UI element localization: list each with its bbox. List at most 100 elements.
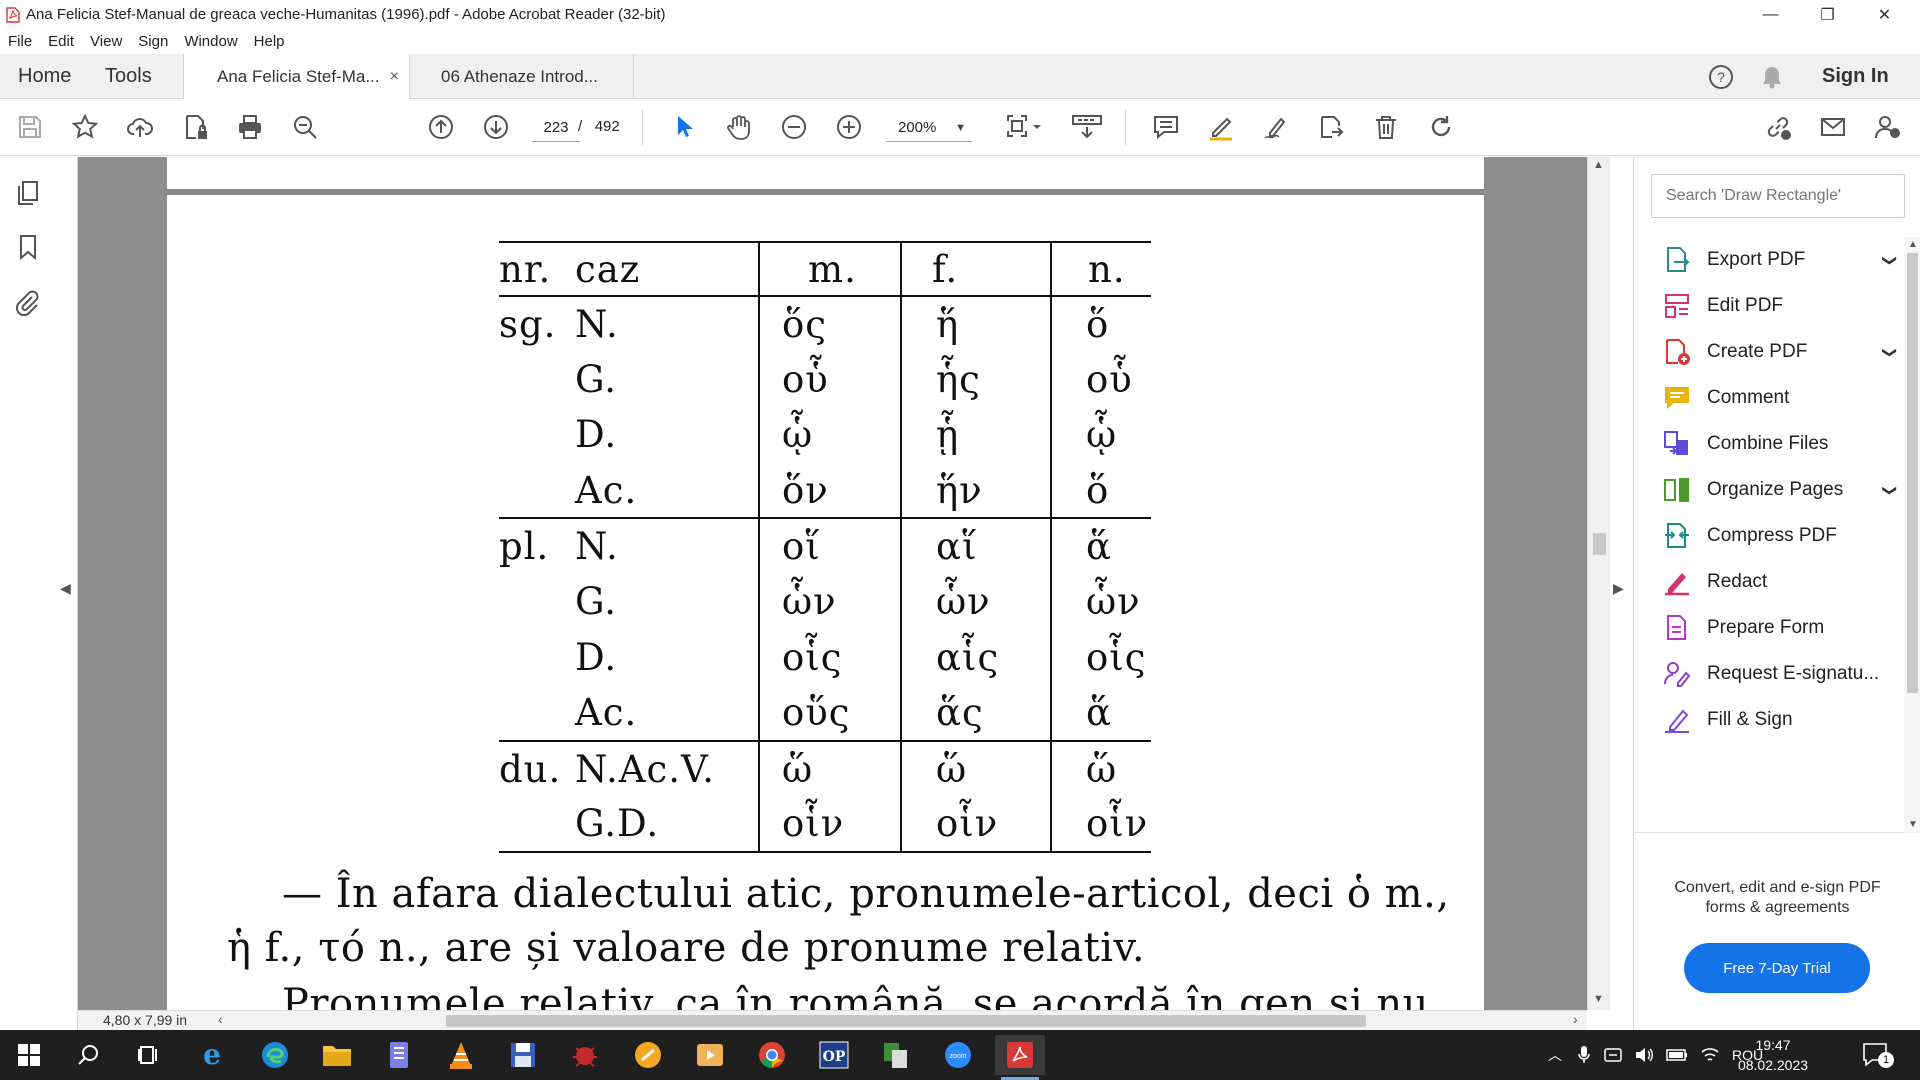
print-icon[interactable]	[234, 111, 266, 143]
upload-cloud-icon[interactable]	[124, 111, 156, 143]
tool-create-pdf[interactable]: Create PDF ❯	[1634, 329, 1904, 375]
taskbar-clock[interactable]: 19:47 08.02.2023	[1733, 1035, 1813, 1075]
battery-icon[interactable]	[1666, 1048, 1688, 1062]
save-icon[interactable]	[14, 111, 46, 143]
horizontal-scroll-thumb[interactable]	[446, 1015, 1366, 1027]
zoom-out-icon[interactable]	[778, 111, 810, 143]
bell-icon[interactable]	[1760, 64, 1784, 90]
tool-redact[interactable]: Redact	[1634, 559, 1904, 605]
protect-file-icon[interactable]	[179, 111, 211, 143]
tool-request-e-signatu[interactable]: Request E-signatu...	[1634, 651, 1904, 697]
volume-icon[interactable]	[1634, 1046, 1654, 1064]
tools-scrollbar[interactable]: ▲ ▼	[1904, 237, 1920, 833]
copy-files-app-icon[interactable]	[871, 1035, 921, 1075]
wifi-icon[interactable]	[1700, 1046, 1720, 1064]
tab-close-icon[interactable]: ×	[390, 68, 399, 86]
chevron-down-icon[interactable]: ❯	[1881, 254, 1898, 266]
scroll-down-icon[interactable]: ▼	[1593, 993, 1604, 1005]
share-link-icon[interactable]	[1762, 111, 1794, 143]
collapse-left-panel-icon[interactable]: ◀	[60, 580, 71, 597]
star-icon[interactable]	[69, 111, 101, 143]
tool-prepare-form[interactable]: Prepare Form	[1634, 605, 1904, 651]
page-up-icon[interactable]	[425, 111, 457, 143]
hand-tool-icon[interactable]	[723, 111, 755, 143]
pen-device-icon[interactable]	[1604, 1046, 1622, 1064]
tool-comment[interactable]: Comment	[1634, 375, 1904, 421]
microphone-icon[interactable]	[1578, 1045, 1590, 1065]
zoom-in-icon[interactable]	[833, 111, 865, 143]
chevron-down-icon[interactable]: ❯	[1881, 346, 1898, 358]
rotate-icon[interactable]	[1425, 111, 1457, 143]
draw-signature-icon[interactable]	[1260, 111, 1292, 143]
close-window-button[interactable]: ✕	[1857, 0, 1912, 29]
orange-app-icon[interactable]	[623, 1035, 673, 1075]
scroll-up-icon[interactable]: ▲	[1593, 159, 1604, 171]
windows-start-icon[interactable]	[4, 1035, 54, 1075]
search-icon[interactable]	[64, 1035, 114, 1075]
send-file-icon[interactable]	[1315, 111, 1347, 143]
collapse-right-panel-icon[interactable]: ▶	[1613, 580, 1624, 597]
acrobat-taskbar-icon[interactable]	[995, 1035, 1045, 1080]
document-viewer[interactable]: nr. caz m. f. n. sg. N. ὅς ἥ ὅ G. οὗ ἧς οὗ D. ᾧ ᾗ…	[78, 157, 1587, 1010]
page-thumbnails-icon[interactable]	[14, 179, 42, 207]
tab-document-2[interactable]: 06 Athenaze Introd...	[410, 54, 634, 99]
highlight-pen-icon[interactable]	[1205, 111, 1237, 143]
file-explorer-icon[interactable]	[312, 1035, 362, 1075]
tool-fill-sign[interactable]: Fill & Sign	[1634, 697, 1904, 743]
app-notebook-icon[interactable]	[374, 1035, 424, 1075]
tab-tools[interactable]: Tools	[105, 54, 152, 99]
tab-document-active[interactable]: Ana Felicia Stef-Ma... ×	[183, 54, 410, 100]
comment-tool-icon[interactable]	[1150, 111, 1182, 143]
fit-page-icon[interactable]	[1003, 111, 1047, 143]
tools-scroll-down-icon[interactable]: ▼	[1908, 819, 1918, 830]
notification-center-icon[interactable]: 1	[1862, 1042, 1902, 1068]
task-view-icon[interactable]	[124, 1035, 174, 1075]
zoom-level-select[interactable]: 200% ▼	[886, 114, 972, 142]
media-player-icon[interactable]	[685, 1035, 735, 1075]
chrome-icon[interactable]	[747, 1035, 797, 1075]
op-app-icon[interactable]: OP	[809, 1035, 859, 1075]
zoom-app-icon[interactable]: zoom	[933, 1035, 983, 1075]
select-cursor-icon[interactable]	[668, 111, 700, 143]
help-icon[interactable]: ?	[1708, 64, 1734, 90]
internet-explorer-icon[interactable]: e	[187, 1035, 237, 1075]
delete-trash-icon[interactable]	[1370, 111, 1402, 143]
tools-scroll-up-icon[interactable]: ▲	[1908, 239, 1918, 250]
tool-organize-pages[interactable]: Organize Pages ❯	[1634, 467, 1904, 513]
tab-home[interactable]: Home	[18, 54, 71, 99]
menu-view[interactable]: View	[90, 33, 122, 50]
red-bug-app-icon[interactable]	[560, 1035, 610, 1075]
menu-sign[interactable]: Sign	[138, 33, 168, 50]
menu-help[interactable]: Help	[254, 33, 285, 50]
tool-compress-pdf[interactable]: Compress PDF	[1634, 513, 1904, 559]
scroll-left-icon[interactable]: ‹	[218, 1011, 223, 1027]
chevron-down-icon[interactable]: ❯	[1881, 484, 1898, 496]
vlc-icon[interactable]	[436, 1035, 486, 1075]
sign-in-button[interactable]: Sign In	[1822, 54, 1889, 99]
email-icon[interactable]	[1817, 111, 1849, 143]
scroll-right-icon[interactable]: ›	[1573, 1011, 1578, 1027]
menu-window[interactable]: Window	[184, 33, 237, 50]
restore-button[interactable]: ❐	[1800, 0, 1855, 29]
bookmarks-icon[interactable]	[14, 233, 42, 261]
minimize-button[interactable]: —	[1743, 0, 1798, 29]
page-number-input[interactable]	[532, 114, 580, 142]
zoom-search-icon[interactable]	[289, 111, 321, 143]
free-trial-button[interactable]: Free 7-Day Trial	[1684, 943, 1870, 993]
tools-search-input[interactable]	[1651, 174, 1905, 218]
tray-chevron-icon[interactable]: ︿	[1548, 1045, 1562, 1065]
tool-export-pdf[interactable]: Export PDF ❯	[1634, 237, 1904, 283]
tools-scroll-thumb[interactable]	[1907, 253, 1918, 693]
scroll-thumb[interactable]	[1593, 533, 1606, 555]
page-down-icon[interactable]	[480, 111, 512, 143]
floppy-app-icon[interactable]	[498, 1035, 548, 1075]
add-user-icon[interactable]	[1871, 111, 1903, 143]
scroll-mode-icon[interactable]	[1068, 111, 1108, 143]
menu-edit[interactable]: Edit	[48, 33, 74, 50]
edge-icon[interactable]	[250, 1035, 300, 1075]
attachments-icon[interactable]	[14, 289, 42, 317]
vertical-scrollbar[interactable]: ▲ ▼	[1587, 157, 1610, 1010]
tool-edit-pdf[interactable]: Edit PDF	[1634, 283, 1904, 329]
menu-file[interactable]: File	[8, 33, 32, 50]
tool-combine-files[interactable]: Combine Files	[1634, 421, 1904, 467]
